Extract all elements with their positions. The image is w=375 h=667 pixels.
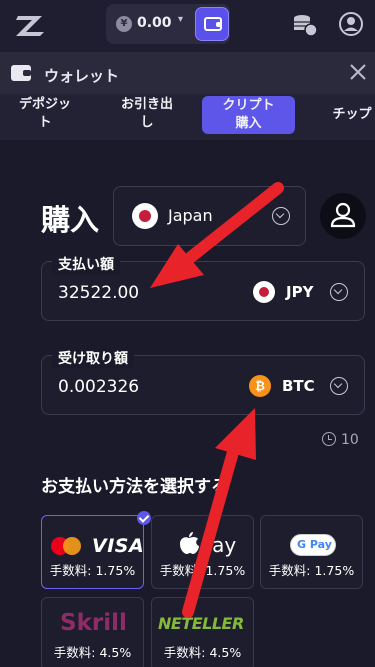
wallet-title: ウォレット — [44, 67, 120, 85]
payment-method-apple-pay[interactable]: Pay 手数料: 1.75% — [151, 515, 254, 589]
apple-pay-text: Pay — [201, 533, 237, 557]
wallet-tabs: デポジッ ト お引き出 し クリプト 購入 チップ — [0, 94, 375, 140]
neteller-logo-text: NETELLER — [158, 614, 244, 633]
payment-method-neteller[interactable]: NETELLER 手数料: 4.5% — [151, 597, 254, 667]
receive-amount-field[interactable]: 受け取り額 0.002326 ₿ BTC — [41, 348, 365, 415]
wallet-button[interactable] — [195, 7, 229, 41]
coins-icon[interactable] — [292, 12, 318, 38]
selected-check-icon — [137, 511, 151, 525]
tab-tip-label: チップ — [332, 107, 372, 122]
visa-logo-text: VISA — [92, 535, 145, 557]
top-bar: ¥ 0.00 ▾ — [0, 0, 375, 52]
receive-amount-label: 受け取り額 — [52, 348, 134, 368]
apple-logo-icon — [180, 532, 199, 554]
timer-icon — [322, 432, 336, 446]
tab-crypto-purchase-label: クリプト — [222, 98, 275, 113]
refresh-timer: 10 — [341, 432, 359, 448]
country-name: Japan — [168, 206, 213, 225]
payment-fee: 手数料: 1.75% — [49, 563, 136, 578]
tab-crypto-purchase[interactable]: クリプト 購入 — [202, 96, 295, 134]
wallet-icon — [11, 65, 31, 81]
tab-deposit-label-2: ト — [38, 115, 52, 130]
google-pay-text: G Pay — [297, 538, 332, 551]
pay-currency-code[interactable]: JPY — [286, 283, 313, 301]
bitcoin-icon: ₿ — [249, 375, 271, 397]
user-icon[interactable] — [338, 11, 364, 37]
tab-tip[interactable]: チップ — [322, 106, 375, 124]
payment-method-visa[interactable]: VISA 手数料: 1.75% — [41, 515, 144, 589]
wallet-icon — [204, 17, 222, 31]
tab-withdraw-label: お引き出 — [120, 97, 173, 112]
pay-amount-input[interactable]: 32522.00 — [58, 283, 139, 303]
logo-icon[interactable] — [14, 12, 48, 38]
chevron-down-icon[interactable] — [330, 283, 348, 301]
profile-button[interactable] — [320, 193, 366, 239]
chevron-down-icon[interactable] — [330, 377, 348, 395]
payment-method-google-pay[interactable]: G Pay 手数料: 1.75% — [260, 515, 363, 589]
skrill-logo-text: Skrill — [60, 610, 127, 636]
wallet-header: ウォレット — [0, 52, 375, 94]
receive-currency-code[interactable]: BTC — [282, 377, 315, 395]
google-pay-badge: G Pay — [290, 534, 336, 556]
payment-fee: 手数料: 1.75% — [159, 563, 246, 578]
user-icon — [330, 202, 356, 228]
payment-fee: 手数料: 4.5% — [53, 645, 132, 660]
payment-fee: 手数料: 4.5% — [163, 645, 242, 660]
tab-deposit-label: デポジッ — [18, 97, 71, 112]
caret-down-icon: ▾ — [178, 14, 184, 25]
tab-withdraw-label-2: し — [140, 115, 154, 130]
yen-icon: ¥ — [116, 16, 132, 32]
balance-selector[interactable]: ¥ 0.00 ▾ — [106, 4, 230, 44]
tab-crypto-purchase-label-2: 購入 — [235, 116, 262, 131]
country-select[interactable]: Japan — [113, 186, 306, 246]
receive-amount-value: 0.002326 — [58, 377, 140, 397]
payment-method-heading: お支払い方法を選択する — [41, 477, 228, 497]
balance-value: 0.00 — [137, 15, 172, 31]
japan-flag-icon — [253, 281, 275, 303]
payment-method-skrill[interactable]: Skrill 手数料: 4.5% — [41, 597, 144, 667]
pay-amount-label: 支払い額 — [52, 254, 120, 274]
tab-deposit[interactable]: デポジッ ト — [8, 96, 82, 132]
payment-fee: 手数料: 1.75% — [268, 563, 355, 578]
pay-amount-field[interactable]: 支払い額 32522.00 JPY — [41, 254, 365, 321]
chevron-down-icon — [272, 207, 290, 225]
japan-flag-icon — [132, 203, 158, 229]
tab-withdraw[interactable]: お引き出 し — [110, 96, 184, 132]
page-title: 購入 — [41, 203, 100, 237]
close-icon[interactable] — [348, 62, 368, 82]
